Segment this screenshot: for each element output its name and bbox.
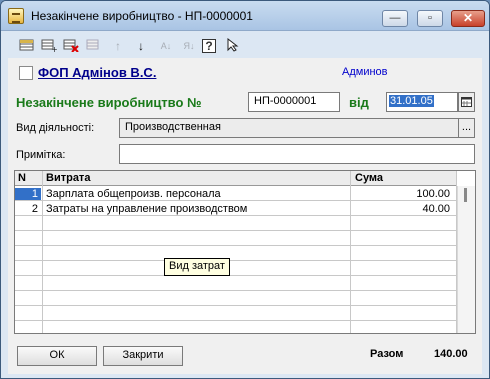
expense-sum: 40.00 [422,203,450,215]
empty-row[interactable] [15,217,457,231]
toolbar: + ↑ ↓ A↓ Я↓ ? [1,32,489,58]
activity-label: Вид діяльності: [16,122,95,134]
sort-ascending-icon: A↓ [160,41,172,51]
date-value: 31.01.05 [389,95,434,107]
scrollbar-thumb[interactable] [464,188,467,202]
row-number: 1 [15,188,41,200]
total-label: Разом [370,348,404,360]
close-form-button[interactable]: Закрити [103,346,183,366]
empty-row[interactable] [15,277,457,291]
document-window: Незакінчене виробництво - НП-0000001 — ▫… [0,0,490,379]
document-title: Незакінчене виробництво № [16,95,202,110]
user-name: Админов [342,66,388,78]
empty-row[interactable] [15,292,457,306]
maximize-button[interactable]: ▫ [417,10,443,27]
expense-name: Затраты на управление производством [46,203,248,215]
note-label: Примітка: [16,149,66,161]
help-icon[interactable]: ? [202,39,216,53]
organization-link[interactable]: ФОП Адмінов В.С. [38,65,156,80]
activity-select-button[interactable]: ... [458,118,475,138]
date-field[interactable]: 31.01.05 [386,92,458,112]
date-label: від [349,95,369,110]
table-scrollbar[interactable] [457,186,475,333]
svg-text:+: + [51,45,57,52]
form-body: ФОП Адмінов В.С. Админов Незакінчене вир… [8,58,482,374]
activity-field[interactable]: Производственная [119,118,459,138]
table-row[interactable]: 1 Зарплата общепроизв. персонала 100.00 [15,187,457,201]
empty-row[interactable] [15,247,457,261]
mark-checkbox[interactable] [19,66,33,80]
select-cursor-icon[interactable] [224,37,242,55]
row-number: 2 [31,203,38,215]
app-icon [8,8,24,24]
calendar-button[interactable] [458,92,475,112]
delete-record-icon[interactable] [62,37,80,55]
expense-sum: 100.00 [416,188,450,200]
tooltip: Вид затрат [164,258,230,276]
table-header: N Витрата Сума [15,171,457,186]
copy-record-icon[interactable]: + [40,37,58,55]
ok-button[interactable]: ОК [17,346,97,366]
expenses-table[interactable]: N Витрата Сума 1 Зарплата общепроизв. пе… [14,170,476,334]
move-down-icon[interactable]: ↓ [132,37,150,55]
edit-record-icon [85,37,103,55]
new-record-icon[interactable] [18,37,36,55]
note-field[interactable] [119,144,475,164]
document-number-field[interactable]: НП-0000001 [248,92,340,112]
column-header-expense[interactable]: Витрата [43,172,349,184]
move-up-icon: ↑ [115,39,121,53]
empty-row[interactable] [15,262,457,276]
empty-row[interactable] [15,307,457,321]
column-header-sum[interactable]: Сума [351,172,453,184]
expense-name: Зарплата общепроизв. персонала [46,188,221,200]
total-value: 140.00 [434,348,468,360]
column-header-n[interactable]: N [15,172,41,184]
title-bar[interactable]: Незакінчене виробництво - НП-0000001 — ▫… [1,1,489,31]
minimize-button[interactable]: — [382,10,408,27]
window-title: Незакінчене виробництво - НП-0000001 [31,9,253,23]
sort-descending-icon: Я↓ [183,41,195,51]
close-button[interactable]: ✕ [451,10,485,27]
empty-row[interactable] [15,232,457,246]
table-row[interactable]: 2 Затраты на управление производством 40… [15,202,457,216]
